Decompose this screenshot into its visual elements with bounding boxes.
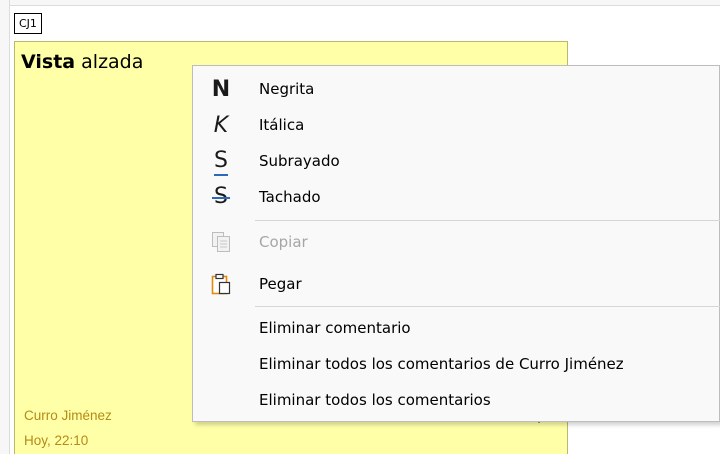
menu-item-subrayado[interactable]: S Subrayado [193,143,720,179]
menu-item-label: Tachado [259,188,321,206]
comment-anchor-tag[interactable]: CJ1 [14,13,42,34]
comment-text[interactable]: Vista alzada [21,51,143,73]
menu-item-label: Copiar [259,233,308,251]
comment-context-menu: N Negrita K Itálica S Subrayado S Tachad… [192,65,720,422]
comment-author: Curro Jiménez [24,408,112,423]
menu-item-label: Eliminar comentario [259,319,411,337]
menu-item-italica[interactable]: K Itálica [193,107,720,143]
bold-icon: N [211,76,231,102]
menu-item-label: Negrita [259,80,315,98]
copy-icon [193,224,249,260]
comment-text-bold: Vista [21,51,76,73]
strikethrough-icon: S [212,184,230,209]
menu-separator [255,306,720,307]
menu-item-label: Pegar [259,275,302,293]
menu-item-pegar[interactable]: Pegar [193,266,720,302]
menu-item-negrita[interactable]: N Negrita [193,71,720,107]
menu-item-label: Subrayado [259,152,340,170]
italic-icon: K [213,112,229,138]
menu-item-eliminar-comentario[interactable]: Eliminar comentario [193,310,720,346]
document-left-frame [0,0,10,454]
menu-item-tachado[interactable]: S Tachado [193,179,720,215]
paste-icon [193,266,249,302]
comment-text-regular: alzada [75,51,144,73]
comment-date: Hoy, 22:10 [24,433,89,448]
menu-item-eliminar-todos[interactable]: Eliminar todos los comentarios [193,382,720,418]
menu-item-label: Eliminar todos los comentarios [259,391,491,409]
menu-item-eliminar-comentarios-autor[interactable]: Eliminar todos los comentarios de Curro … [193,346,720,382]
menu-item-label: Itálica [259,116,305,134]
document-top-frame [0,0,720,6]
menu-item-copiar[interactable]: Copiar [193,224,720,260]
menu-item-label: Eliminar todos los comentarios de Curro … [259,355,624,373]
underline-icon: S [214,148,228,176]
menu-separator [255,220,720,221]
